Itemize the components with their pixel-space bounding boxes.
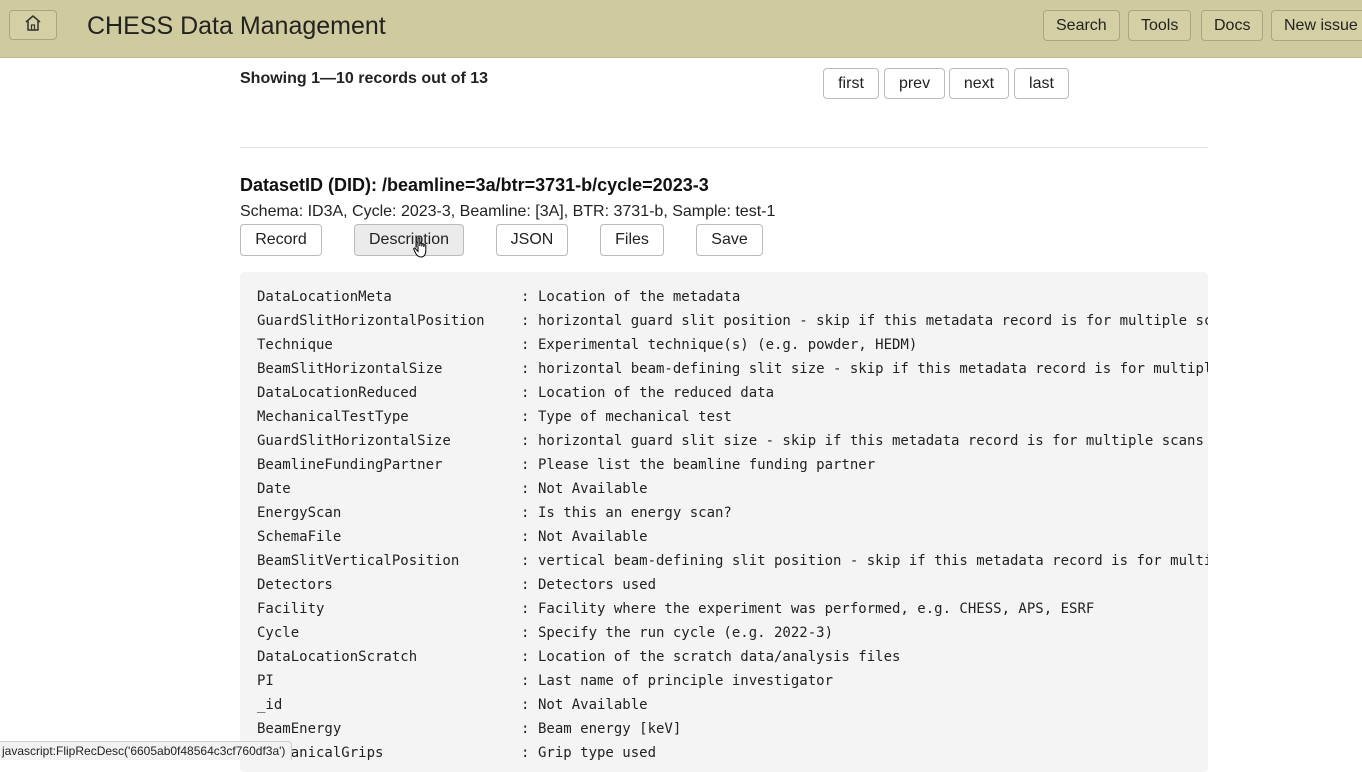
description-value: Location of the metadata (538, 289, 741, 305)
description-key: MechanicalTestType (257, 409, 409, 425)
description-separator: : (521, 649, 530, 665)
description-value: horizontal guard slit position - skip if… (538, 313, 1208, 329)
description-value: Location of the reduced data (538, 385, 775, 401)
description-separator: : (521, 433, 530, 449)
description-key: EnergyScan (257, 505, 342, 521)
description-key: GuardSlitHorizontalSize (257, 433, 451, 449)
nav-new-issue-button[interactable]: New issue (1271, 10, 1362, 41)
nav-tools-button[interactable]: Tools (1128, 10, 1192, 41)
save-button[interactable]: Save (696, 224, 763, 256)
description-separator: : (521, 625, 530, 641)
json-button[interactable]: JSON (496, 224, 568, 256)
description-value: vertical beam-defining slit position - s… (538, 553, 1208, 569)
page-last-button[interactable]: last (1014, 68, 1069, 99)
top-navbar: CHESS Data Management Search Tools Docs … (0, 0, 1362, 58)
description-key: DataLocationScratch (257, 649, 418, 665)
section-divider (240, 147, 1208, 148)
description-separator: : (521, 313, 530, 329)
description-key: Detectors (257, 577, 333, 593)
description-key: BeamlineFundingPartner (257, 457, 443, 473)
status-bar-link-preview: javascript:FlipRecDesc('6605ab0f48564c3c… (0, 741, 293, 760)
hand-pointer-icon (413, 237, 429, 264)
description-value: Detectors used (538, 577, 657, 593)
description-separator: : (521, 577, 530, 593)
description-value: Is this an energy scan? (538, 505, 732, 521)
dataset-id-title: DatasetID (DID): /beamline=3a/btr=3731-b… (240, 175, 709, 195)
description-separator: : (521, 337, 530, 353)
description-separator: : (521, 529, 530, 545)
nav-search-button[interactable]: Search (1043, 10, 1120, 41)
records-summary: Showing 1—10 records out of 13 (240, 70, 489, 87)
description-value: Not Available (538, 481, 648, 497)
description-separator: : (521, 409, 530, 425)
description-separator: : (521, 697, 530, 713)
description-key: PI (257, 673, 274, 689)
home-button[interactable] (9, 10, 57, 40)
description-value: horizontal beam-defining slit size - ski… (538, 361, 1208, 377)
description-value: horizontal guard slit size - skip if thi… (538, 433, 1204, 449)
record-button[interactable]: Record (240, 224, 322, 256)
description-button[interactable]: Description (354, 224, 464, 256)
description-separator: : (521, 481, 530, 497)
page-first-button[interactable]: first (823, 68, 879, 99)
description-key: BeamSlitHorizontalSize (257, 361, 443, 377)
description-value: Type of mechanical test (538, 409, 732, 425)
description-key: GuardSlitHorizontalPosition (257, 313, 485, 329)
description-key: Cycle (257, 625, 300, 641)
description-value: Not Available (538, 697, 648, 713)
description-value: Not Available (538, 529, 648, 545)
description-separator: : (521, 673, 530, 689)
app-title: CHESS Data Management (87, 12, 386, 40)
description-key: Facility (257, 601, 325, 617)
description-value: Experimental technique(s) (e.g. powder, … (538, 337, 918, 353)
description-key: BeamEnergy (257, 721, 342, 737)
description-key: SchemaFile (257, 529, 342, 545)
description-value: Beam energy [keV] (538, 721, 682, 737)
description-value: Last name of principle investigator (538, 673, 834, 689)
description-value: Facility where the experiment was perfor… (538, 601, 1095, 617)
description-panel: DataLocationMeta: Location of the metadat… (240, 272, 1208, 772)
description-key: _id (257, 697, 283, 713)
description-key: DataLocationReduced (257, 385, 418, 401)
files-button[interactable]: Files (600, 224, 664, 256)
description-key: Technique (257, 337, 333, 353)
description-key: Date (257, 481, 291, 497)
nav-docs-button[interactable]: Docs (1201, 10, 1264, 41)
home-icon (23, 13, 43, 38)
description-key: DataLocationMeta (257, 289, 392, 305)
description-value: Please list the beamline funding partner (538, 457, 876, 473)
description-separator: : (521, 457, 530, 473)
description-separator: : (521, 601, 530, 617)
description-separator: : (521, 289, 530, 305)
description-key: BeamSlitVerticalPosition (257, 553, 460, 569)
description-value: Location of the scratch data/analysis fi… (538, 649, 901, 665)
description-separator: : (521, 361, 530, 377)
record-schema-line: Schema: ID3A, Cycle: 2023-3, Beamline: [… (240, 203, 776, 220)
description-separator: : (521, 505, 530, 521)
description-separator: : (521, 553, 530, 569)
page-next-button[interactable]: next (949, 68, 1009, 99)
description-separator: : (521, 385, 530, 401)
page-prev-button[interactable]: prev (884, 68, 945, 99)
description-separator: : (521, 721, 530, 737)
description-value: Specify the run cycle (e.g. 2022-3) (538, 625, 834, 641)
